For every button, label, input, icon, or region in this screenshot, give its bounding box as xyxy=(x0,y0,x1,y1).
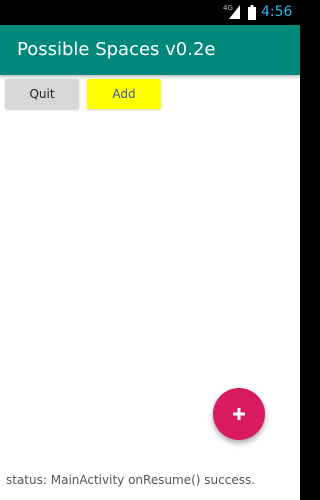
network-indicator: 4G xyxy=(223,4,243,21)
system-status-bar: 4G 4:56 xyxy=(0,0,300,25)
app-title: Possible Spaces v0.2e xyxy=(17,39,216,60)
plus-icon xyxy=(233,408,245,420)
status-message: status: MainActivity onResume() success. xyxy=(6,473,256,487)
battery-icon xyxy=(248,5,256,20)
app-screen: 4G 4:56 Possible Spaces v0.2e Quit Add s… xyxy=(0,0,300,500)
quit-button[interactable]: Quit xyxy=(5,79,79,109)
add-button[interactable]: Add xyxy=(87,79,161,109)
signal-bars-icon xyxy=(229,5,240,19)
add-fab-button[interactable] xyxy=(213,388,265,440)
app-bar: Possible Spaces v0.2e xyxy=(0,25,300,75)
clock: 4:56 xyxy=(261,4,293,20)
